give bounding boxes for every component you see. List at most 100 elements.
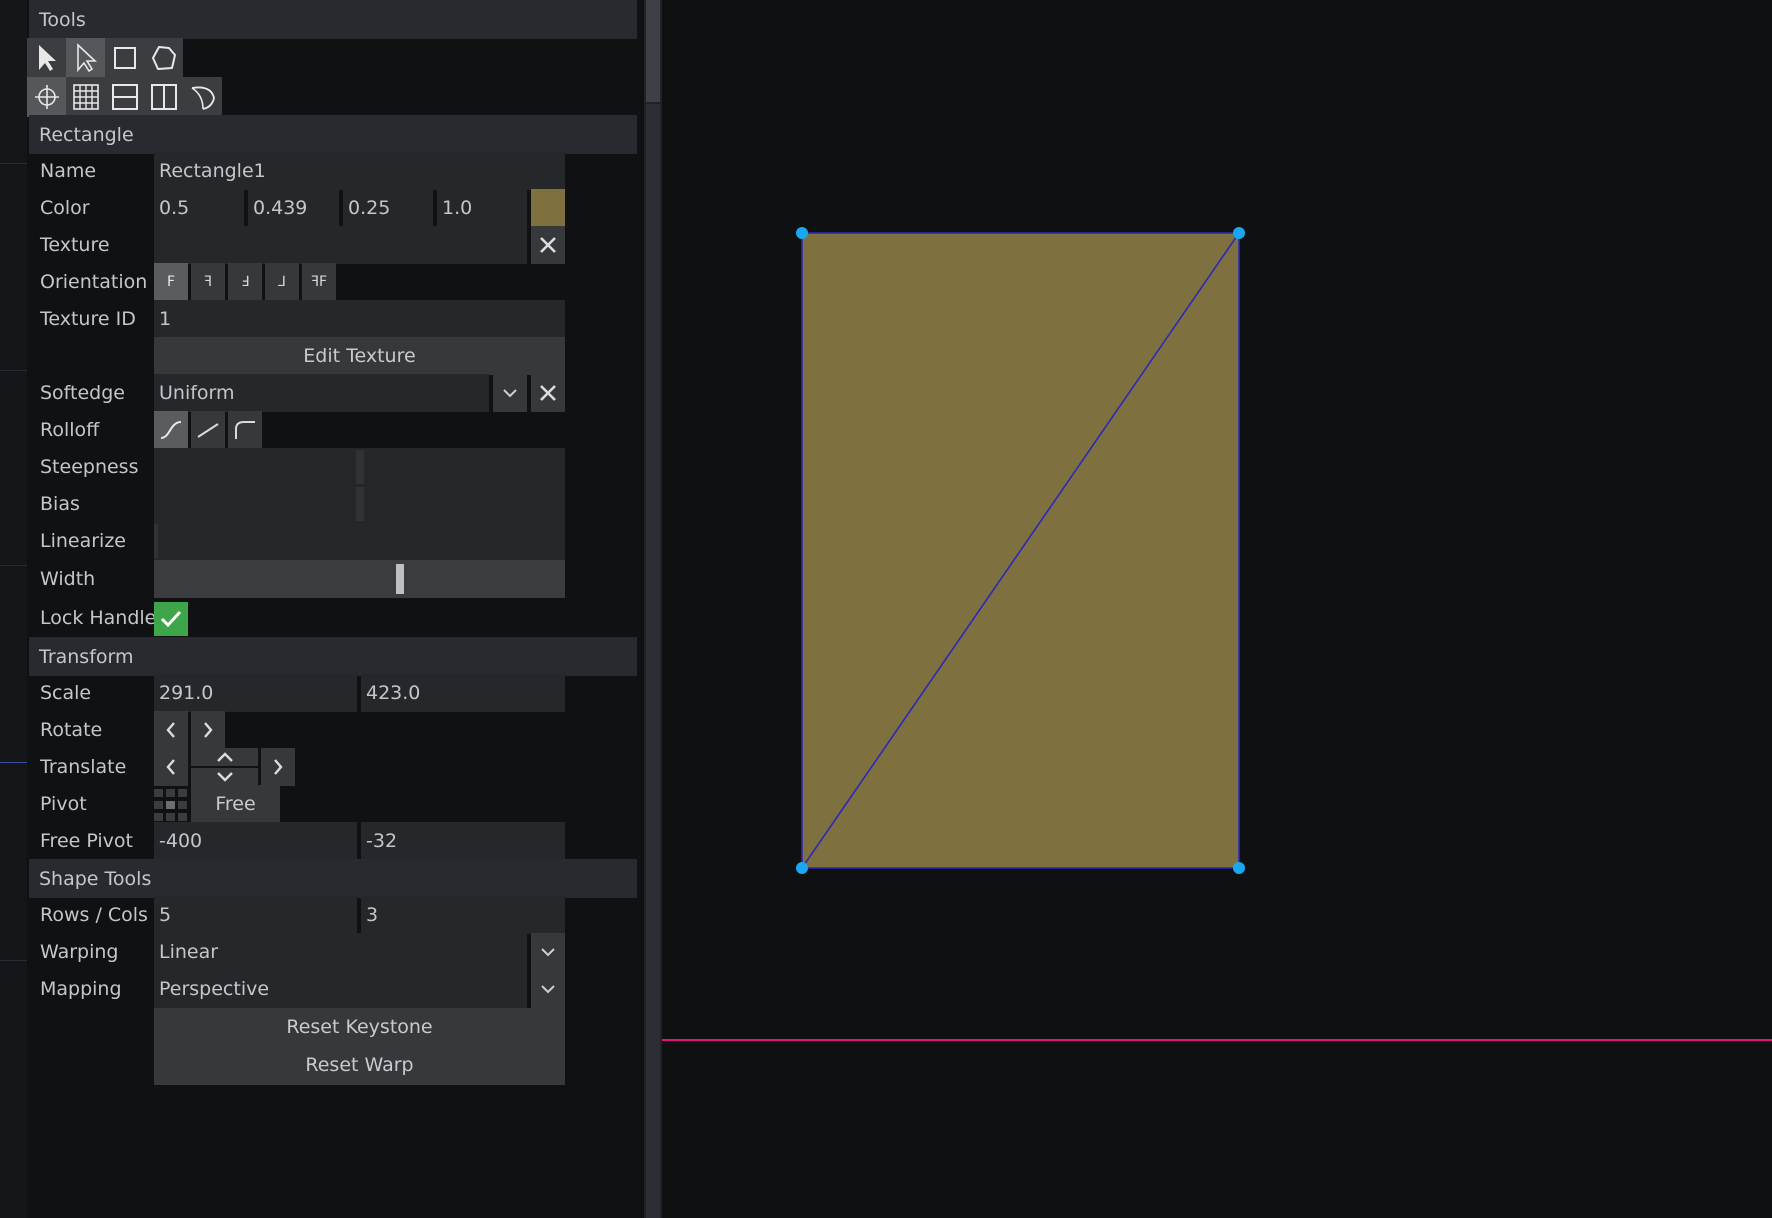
reset-warp-button[interactable]: Reset Warp (154, 1045, 565, 1085)
reset-keystone-button[interactable]: Reset Keystone (154, 1008, 565, 1046)
translate-up-button[interactable] (191, 748, 258, 766)
canvas-area[interactable] (662, 0, 1772, 1218)
rolloff-option-2[interactable] (191, 411, 225, 449)
mapping-dropdown-button[interactable] (531, 970, 565, 1008)
horizontal-split-tool-button[interactable] (105, 77, 144, 117)
rectangle-tool-button[interactable] (105, 38, 144, 78)
texture-field[interactable] (154, 226, 527, 264)
grid-tool-button[interactable] (66, 77, 105, 117)
softedge-select[interactable]: Uniform (154, 374, 489, 412)
color-b-field[interactable]: 0.25 (343, 189, 433, 227)
rectangle-shape-icon (112, 45, 138, 71)
color-a-field[interactable]: 1.0 (437, 189, 527, 227)
freeform-shape-icon (150, 44, 178, 72)
chevron-left-icon (165, 758, 177, 776)
scale-label: Scale (40, 682, 92, 704)
corner-handle-bottom-left[interactable] (796, 862, 808, 874)
close-icon (539, 236, 557, 254)
corner-handle-bottom-right[interactable] (1233, 862, 1245, 874)
linearize-slider-handle[interactable] (154, 524, 158, 558)
rolloff-option-3[interactable] (228, 411, 262, 449)
ease-out-curve-icon (232, 419, 258, 441)
mapping-select[interactable]: Perspective (154, 970, 527, 1008)
scrollbar-thumb[interactable] (646, 0, 660, 102)
free-pivot-x-field[interactable]: -400 (154, 822, 357, 860)
bias-slider-handle[interactable] (356, 487, 364, 521)
rotate-right-button[interactable] (191, 711, 225, 749)
direct-select-tool-button[interactable] (66, 38, 105, 78)
crosshair-tool-button[interactable] (27, 77, 66, 117)
name-label: Name (40, 160, 97, 182)
circle-segment-tool-button[interactable] (183, 77, 222, 117)
free-pivot-y-field[interactable]: -32 (361, 822, 565, 860)
orientation-flip-v-icon: Ⅎ (240, 274, 250, 290)
chevron-up-icon (216, 751, 234, 763)
edit-texture-button[interactable]: Edit Texture (154, 337, 565, 375)
rolloff-label: Rolloff (40, 419, 100, 441)
scrollbar-track[interactable] (646, 104, 660, 1218)
panel-scrollbar[interactable] (644, 0, 662, 1218)
left-edge-strip (0, 0, 27, 1218)
linearize-label: Linearize (40, 530, 126, 552)
rotate-left-button[interactable] (154, 711, 188, 749)
corner-handle-top-left[interactable] (796, 227, 808, 239)
color-r-field[interactable]: 0.5 (154, 189, 244, 227)
translate-left-button[interactable] (154, 748, 188, 786)
tools-header: Tools (29, 0, 637, 39)
translate-down-button[interactable] (191, 768, 258, 786)
lock-handle-checkbox[interactable] (154, 602, 188, 636)
orientation-option-4[interactable]: ⅃ (265, 263, 299, 301)
translate-label: Translate (40, 756, 127, 778)
color-swatch[interactable] (531, 189, 565, 227)
inspector-panel: Tools Rectangle Name Rectangle1 Color 0.… (27, 0, 640, 1218)
width-slider[interactable] (154, 560, 565, 598)
orientation-option-2[interactable]: ꟻ (191, 263, 225, 301)
translate-right-button[interactable] (261, 748, 295, 786)
pivot-grid[interactable] (154, 789, 187, 821)
rows-field[interactable]: 5 (154, 896, 357, 934)
s-curve-icon (158, 419, 184, 441)
softedge-dropdown-button[interactable] (493, 374, 527, 412)
select-tool-button[interactable] (27, 38, 66, 78)
linearize-slider[interactable] (154, 522, 565, 560)
orientation-option-3[interactable]: Ⅎ (228, 263, 262, 301)
warping-select[interactable]: Linear (154, 933, 527, 971)
steepness-slider-handle[interactable] (356, 450, 364, 484)
chevron-down-icon (540, 984, 556, 994)
bias-label: Bias (40, 493, 80, 515)
orientation-option-5[interactable]: ꟻF (302, 263, 336, 301)
vertical-split-icon (150, 83, 178, 111)
rotate-label: Rotate (40, 719, 103, 741)
chevron-right-icon (202, 721, 214, 739)
warping-dropdown-button[interactable] (531, 933, 565, 971)
name-field[interactable]: Rectangle1 (154, 152, 565, 190)
cols-field[interactable]: 3 (361, 896, 565, 934)
close-icon (539, 384, 557, 402)
select-arrow-icon (34, 43, 60, 73)
steepness-slider[interactable] (154, 448, 565, 486)
orientation-option-1[interactable]: F (154, 263, 188, 301)
pivot-free-button[interactable]: Free (191, 785, 280, 823)
texture-clear-button[interactable] (531, 226, 565, 264)
orientation-label: Orientation (40, 271, 148, 293)
rolloff-option-1[interactable] (154, 411, 188, 449)
warping-label: Warping (40, 941, 119, 963)
freeform-tool-button[interactable] (144, 38, 183, 78)
color-g-field[interactable]: 0.439 (248, 189, 339, 227)
texture-id-label: Texture ID (40, 308, 136, 330)
vertical-split-tool-button[interactable] (144, 77, 183, 117)
softedge-clear-button[interactable] (531, 374, 565, 412)
mapping-label: Mapping (40, 978, 122, 1000)
scale-y-field[interactable]: 423.0 (361, 674, 565, 712)
grid-icon (72, 83, 100, 111)
width-label: Width (40, 568, 96, 590)
shape-tools-header: Shape Tools (29, 859, 637, 898)
corner-handle-top-right[interactable] (1233, 227, 1245, 239)
canvas-viewport[interactable] (662, 0, 1772, 1218)
bias-slider[interactable] (154, 485, 565, 523)
scale-x-field[interactable]: 291.0 (154, 674, 357, 712)
circle-segment-icon (189, 83, 217, 111)
texture-id-field[interactable]: 1 (154, 300, 565, 338)
width-slider-handle[interactable] (396, 564, 404, 594)
steepness-label: Steepness (40, 456, 139, 478)
